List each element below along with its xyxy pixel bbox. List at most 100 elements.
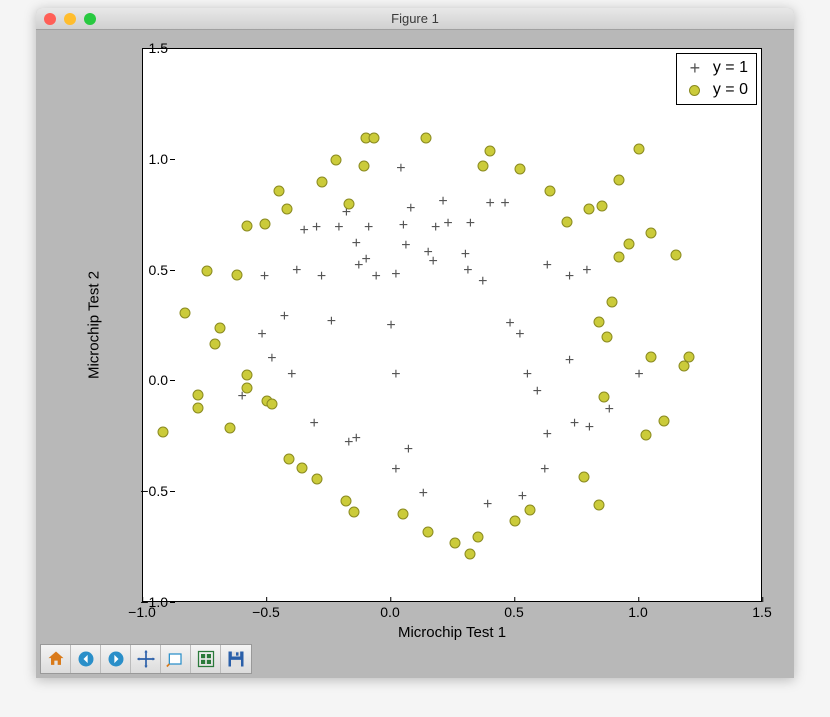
home-button[interactable] — [41, 645, 71, 673]
y-tick-label: 0.5 — [149, 262, 168, 278]
x-tick-label: 0.5 — [504, 604, 523, 620]
data-point-y1: + — [565, 353, 574, 369]
maximize-button[interactable] — [84, 13, 96, 25]
data-point-y0 — [331, 154, 342, 165]
plus-marker-icon: + — [690, 59, 701, 77]
data-point-y1: + — [463, 263, 472, 279]
data-point-y0 — [180, 307, 191, 318]
data-point-y0 — [242, 383, 253, 394]
x-axis-label: Microchip Test 1 — [398, 624, 506, 641]
data-point-y1: + — [515, 327, 524, 343]
back-button[interactable] — [71, 645, 101, 673]
data-point-y0 — [420, 132, 431, 143]
forward-button[interactable] — [101, 645, 131, 673]
data-point-y0 — [510, 516, 521, 527]
data-point-y0 — [284, 453, 295, 464]
data-point-y0 — [671, 250, 682, 261]
data-point-y0 — [192, 389, 203, 400]
data-point-y1: + — [352, 236, 361, 252]
data-point-y0 — [242, 369, 253, 380]
data-point-y0 — [658, 416, 669, 427]
x-tick-label: 0.0 — [380, 604, 399, 620]
data-point-y0 — [634, 143, 645, 154]
data-point-y0 — [562, 216, 573, 227]
data-point-y1: + — [570, 416, 579, 432]
data-point-y1: + — [342, 205, 351, 221]
data-point-y1: + — [391, 267, 400, 283]
data-point-y1: + — [391, 462, 400, 478]
data-point-y1: + — [344, 435, 353, 451]
data-point-y0 — [242, 221, 253, 232]
data-point-y1: + — [327, 314, 336, 330]
data-point-y0 — [614, 252, 625, 263]
data-point-y1: + — [543, 427, 552, 443]
data-point-y0 — [214, 323, 225, 334]
data-point-y1: + — [334, 220, 343, 236]
data-point-y1: + — [443, 216, 452, 232]
data-point-y0 — [544, 185, 555, 196]
data-point-y1: + — [267, 351, 276, 367]
data-point-y1: + — [461, 247, 470, 263]
minimize-button[interactable] — [64, 13, 76, 25]
data-point-y0 — [524, 504, 535, 515]
legend: + y = 1 y = 0 — [676, 53, 757, 105]
subplots-button[interactable] — [191, 645, 221, 673]
data-point-y0 — [594, 316, 605, 327]
data-point-y0 — [262, 396, 273, 407]
data-point-y0 — [596, 201, 607, 212]
pan-button[interactable] — [131, 645, 161, 673]
data-point-y0 — [316, 176, 327, 187]
data-point-y1: + — [364, 220, 373, 236]
close-button[interactable] — [44, 13, 56, 25]
data-point-y0 — [266, 398, 277, 409]
circle-marker-icon — [689, 85, 700, 96]
data-point-y0 — [296, 462, 307, 473]
zoom-button[interactable] — [161, 645, 191, 673]
data-point-y0 — [646, 352, 657, 363]
data-point-y0 — [579, 471, 590, 482]
y-tick-label: 1.5 — [149, 40, 168, 56]
data-point-y0 — [678, 360, 689, 371]
data-point-y0 — [343, 199, 354, 210]
figure-canvas[interactable]: + y = 1 y = 0 ++++++++++++++++++++++++++… — [36, 30, 794, 644]
data-point-y1: + — [565, 269, 574, 285]
window-controls — [44, 13, 96, 25]
data-point-y0 — [624, 239, 635, 250]
data-point-y1: + — [312, 220, 321, 236]
data-point-y0 — [450, 538, 461, 549]
data-point-y1: + — [300, 223, 309, 239]
data-point-y1: + — [354, 258, 363, 274]
data-point-y1: + — [419, 486, 428, 502]
x-tick-label: 1.5 — [752, 604, 771, 620]
data-point-y1: + — [518, 489, 527, 505]
save-button[interactable] — [221, 645, 251, 673]
plot-axes: + y = 1 y = 0 ++++++++++++++++++++++++++… — [142, 48, 762, 602]
data-point-y0 — [358, 161, 369, 172]
data-point-y0 — [209, 338, 220, 349]
data-point-y1: + — [406, 201, 415, 217]
legend-entry: y = 0 — [685, 79, 748, 101]
data-point-y1: + — [605, 402, 614, 418]
data-point-y1: + — [466, 216, 475, 232]
legend-label: y = 0 — [713, 81, 748, 99]
data-point-y0 — [157, 427, 168, 438]
data-point-y0 — [485, 145, 496, 156]
data-point-y1: + — [292, 263, 301, 279]
y-axis-label: Microchip Test 2 — [86, 271, 103, 379]
data-point-y0 — [368, 132, 379, 143]
data-point-y0 — [514, 163, 525, 174]
data-point-y1: + — [396, 161, 405, 177]
window-title: Figure 1 — [36, 11, 794, 26]
data-point-y0 — [348, 507, 359, 518]
data-point-y1: + — [424, 245, 433, 261]
titlebar[interactable]: Figure 1 — [36, 8, 794, 30]
data-point-y0 — [341, 496, 352, 507]
data-point-y1: + — [238, 389, 247, 405]
data-point-y1: + — [391, 367, 400, 383]
data-point-y1: + — [582, 263, 591, 279]
data-point-y1: + — [352, 431, 361, 447]
data-point-y1: + — [523, 367, 532, 383]
data-point-y0 — [274, 185, 285, 196]
data-point-y1: + — [309, 416, 318, 432]
data-point-y1: + — [486, 196, 495, 212]
